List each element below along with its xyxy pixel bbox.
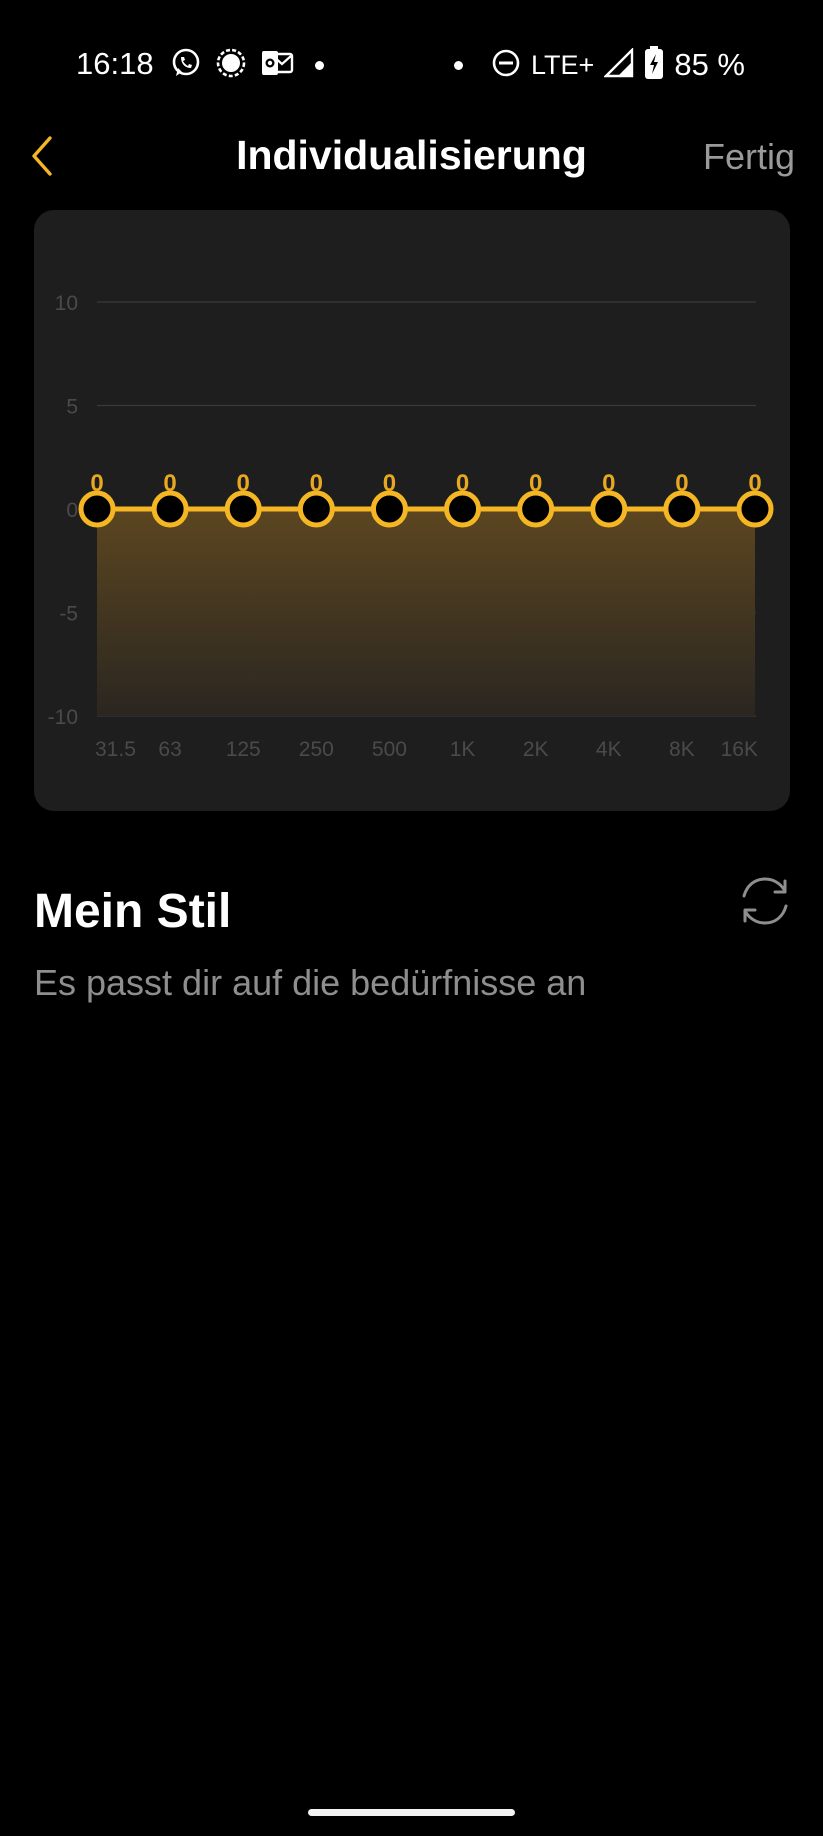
x-tick-label: 1K (450, 738, 476, 761)
system-status: LTE+ 85 % (454, 45, 745, 85)
x-tick-label: 8K (669, 738, 695, 761)
notification-icons (170, 47, 324, 83)
eq-band-handle[interactable] (590, 490, 628, 528)
refresh-icon (736, 877, 794, 934)
eq-band-value: 0 (90, 470, 103, 497)
dot-icon (454, 60, 464, 70)
eq-band-value: 0 (383, 470, 396, 497)
whatsapp-icon (170, 47, 202, 84)
x-tick-label: 125 (226, 738, 261, 761)
battery-charging-icon (644, 45, 664, 85)
eq-band-handle[interactable] (78, 490, 116, 528)
x-tick-label: 250 (299, 738, 334, 761)
page-title: Individualisierung (236, 132, 587, 178)
home-indicator[interactable] (308, 1809, 515, 1816)
eq-band-value: 0 (163, 470, 176, 497)
notification-dot-icon (315, 60, 324, 70)
x-tick-label: 2K (523, 738, 549, 761)
y-tick-label: -5 (59, 603, 78, 626)
battery-level: 85 % (674, 47, 745, 82)
y-tick-label: -10 (48, 706, 78, 729)
eq-area-fill (97, 509, 755, 716)
eq-band-value: 0 (748, 470, 761, 497)
x-tick-label: 63 (158, 738, 181, 761)
x-tick-label: 4K (596, 738, 622, 761)
x-tick-label: 500 (372, 738, 407, 761)
outlook-icon (260, 47, 294, 84)
y-tick-label: 0 (66, 499, 78, 522)
eq-band-handle[interactable] (151, 490, 189, 528)
network-type: LTE+ (531, 49, 595, 80)
header: Individualisierung Fertig (0, 118, 823, 194)
y-tick-label: 5 (66, 396, 78, 419)
equalizer-card: 0000000000 10 5 0 -5 -10 31.5 63 125 250 500 1K 2K… (34, 210, 790, 811)
style-title: Mein Stil (34, 885, 232, 938)
eq-band-value: 0 (529, 470, 542, 497)
eq-band-handle[interactable] (370, 490, 408, 528)
signal-messenger-icon (215, 47, 247, 84)
do-not-disturb-icon (491, 48, 521, 83)
cell-signal-icon (603, 46, 634, 83)
eq-band-value: 0 (675, 470, 688, 497)
style-description: Es passt dir auf die bedürfnisse an (34, 962, 587, 1003)
y-tick-label: 10 (55, 292, 78, 315)
equalizer-chart: 0000000000 1050-5-10 31.5 63 125 250 500 1K 2K… (48, 292, 774, 761)
done-button[interactable]: Fertig (703, 136, 795, 178)
reset-button[interactable] (736, 872, 794, 930)
x-tick-label: 16K (721, 738, 758, 761)
eq-band-handle[interactable] (663, 490, 701, 528)
eq-band-handle[interactable] (224, 490, 262, 528)
eq-band-value: 0 (310, 470, 323, 497)
status-time: 16:18 (76, 46, 154, 81)
eq-band-handle[interactable] (736, 490, 774, 528)
eq-band-handle[interactable] (517, 490, 555, 528)
eq-band-handle[interactable] (444, 490, 482, 528)
eq-band-value: 0 (602, 470, 615, 497)
status-bar: 16:18 LTE+ 85 % (0, 0, 823, 132)
eq-band-handle[interactable] (297, 490, 335, 528)
eq-band-value: 0 (237, 470, 250, 497)
x-tick-label: 31.5 (95, 738, 136, 761)
eq-band-value: 0 (456, 470, 469, 497)
